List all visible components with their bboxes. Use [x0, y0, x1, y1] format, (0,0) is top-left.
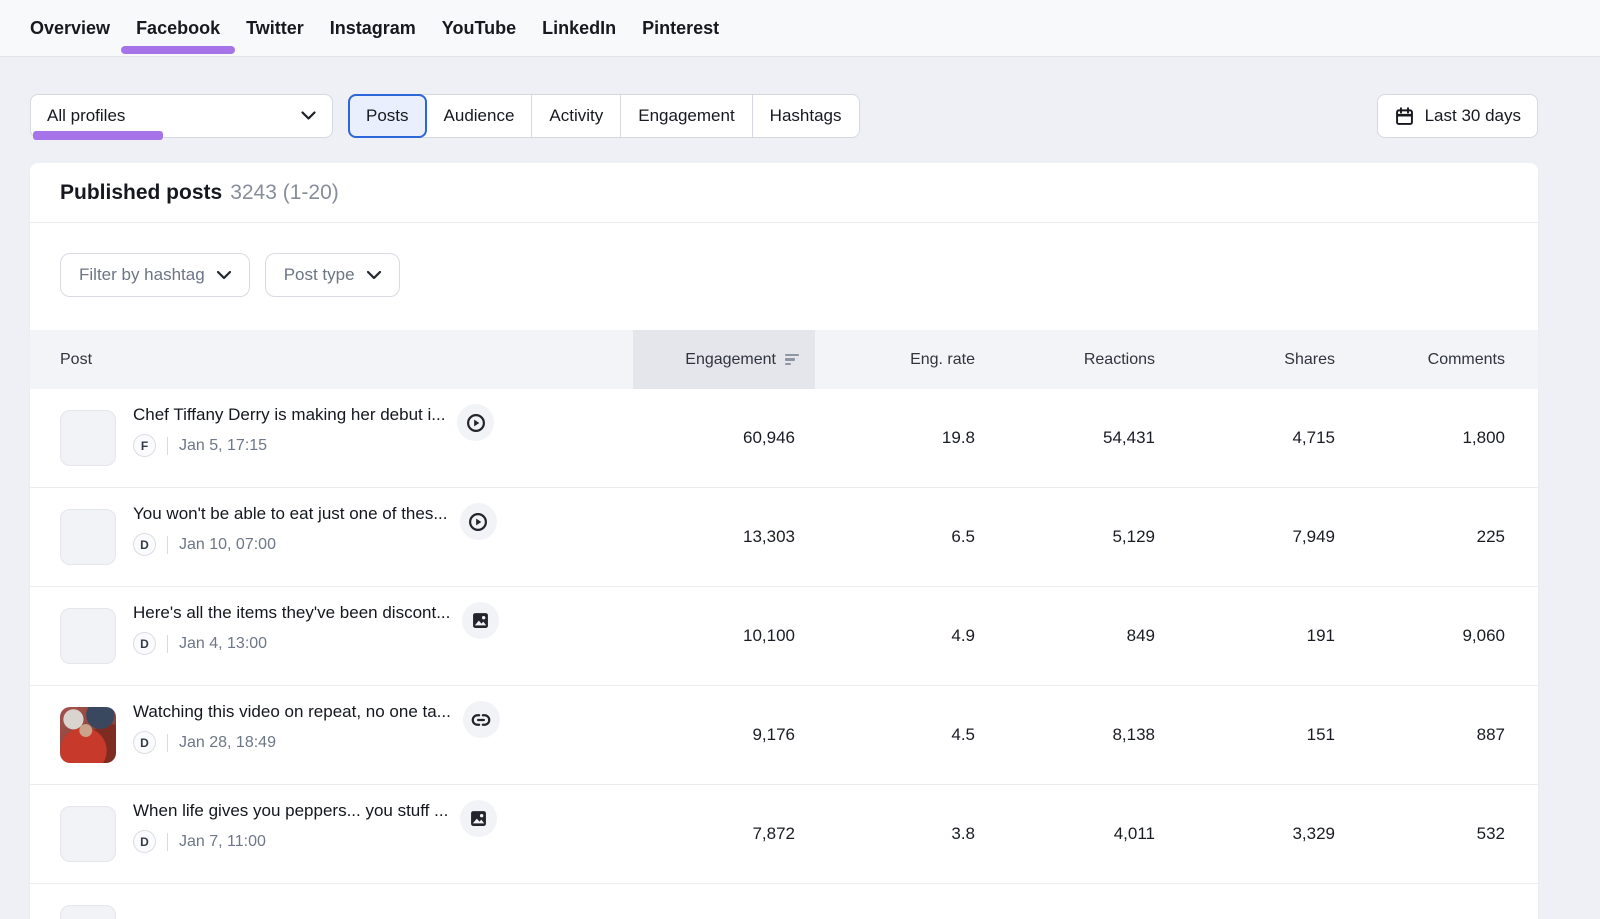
active-tab-underline [121, 46, 235, 54]
date-range-button[interactable]: Last 30 days [1377, 94, 1538, 138]
table-header: Post Engagement Eng. rate Reactions Shar… [30, 330, 1538, 389]
engagement-value: 60,946 [633, 428, 815, 448]
shares-value: 191 [1175, 626, 1355, 646]
nav-tab-overview[interactable]: Overview [30, 2, 110, 55]
post-date: Jan 10, 07:00 [179, 536, 276, 554]
engagement-value: 13,303 [633, 527, 815, 547]
eng-rate-value: 4.9 [815, 626, 995, 646]
profile-badge: D [133, 830, 156, 853]
posts-table: Post Engagement Eng. rate Reactions Shar… [30, 330, 1538, 919]
tab-activity[interactable]: Activity [531, 95, 620, 137]
profile-badge: D [133, 731, 156, 754]
post-thumbnail[interactable] [60, 410, 116, 466]
sort-descending-icon [785, 354, 799, 366]
comments-value: 887 [1355, 725, 1538, 745]
post-date: Jan 28, 18:49 [179, 734, 276, 752]
table-row: When life gives you peppers... you stuff… [30, 785, 1538, 884]
filter-by-hashtag-button[interactable]: Filter by hashtag [60, 253, 250, 297]
report-tabs: Posts Audience Activity Engagement Hasht… [348, 94, 860, 138]
image-icon [460, 800, 497, 837]
eng-rate-value: 3.8 [815, 824, 995, 844]
shares-value: 7,949 [1175, 527, 1355, 547]
eng-rate-value: 19.8 [815, 428, 995, 448]
post-date: Jan 5, 17:15 [179, 437, 267, 455]
post-title[interactable]: Here's all the items they've been discon… [133, 601, 450, 625]
profile-badge: D [133, 533, 156, 556]
reactions-value: 54,431 [995, 428, 1175, 448]
nav-tab-facebook[interactable]: Facebook [136, 2, 220, 55]
filters-bar: Filter by hashtag Post type [30, 223, 1538, 297]
comments-value: 1,800 [1355, 428, 1538, 448]
post-type-button[interactable]: Post type [265, 253, 400, 297]
nav-tab-youtube[interactable]: YouTube [442, 2, 516, 55]
column-header-shares[interactable]: Shares [1175, 351, 1355, 369]
table-row: Watching this video on repeat, no one ta… [30, 686, 1538, 785]
engagement-value: 9,176 [633, 725, 815, 745]
post-date: Jan 4, 13:00 [179, 635, 267, 653]
chevron-down-icon [217, 271, 231, 280]
reactions-value: 8,138 [995, 725, 1175, 745]
post-thumbnail[interactable] [60, 905, 116, 919]
nav-tab-twitter[interactable]: Twitter [246, 2, 304, 55]
table-row: Here's all the items they've been discon… [30, 587, 1538, 686]
table-row: You won't be able to eat just one of the… [30, 488, 1538, 587]
tab-hashtags[interactable]: Hashtags [752, 95, 859, 137]
platform-nav: Overview Facebook Twitter Instagram YouT… [0, 0, 1600, 57]
nav-tab-pinterest[interactable]: Pinterest [642, 2, 719, 55]
eng-rate-value: 4.5 [815, 725, 995, 745]
post-title[interactable]: When life gives you peppers... you stuff… [133, 799, 448, 823]
post-thumbnail[interactable] [60, 509, 116, 565]
nav-tab-linkedin[interactable]: LinkedIn [542, 2, 616, 55]
column-header-reactions[interactable]: Reactions [995, 351, 1175, 369]
date-range-label: Last 30 days [1425, 106, 1521, 126]
chevron-down-icon [367, 271, 381, 280]
profile-badge: F [133, 434, 156, 457]
table-row [30, 884, 1538, 919]
reactions-value: 5,129 [995, 527, 1175, 547]
panel-count: 3243 (1-20) [230, 181, 339, 205]
chevron-down-icon [301, 111, 316, 121]
toolbar: All profiles Posts Audience Activity Eng… [30, 94, 1538, 138]
profile-selector[interactable]: All profiles [30, 94, 333, 138]
comments-value: 532 [1355, 824, 1538, 844]
post-title[interactable]: Chef Tiffany Derry is making her debut i… [133, 403, 445, 427]
comments-value: 9,060 [1355, 626, 1538, 646]
calendar-icon [1394, 106, 1415, 127]
eng-rate-value: 6.5 [815, 527, 995, 547]
shares-value: 4,715 [1175, 428, 1355, 448]
link-icon [463, 701, 500, 738]
engagement-value: 10,100 [633, 626, 815, 646]
post-thumbnail[interactable] [60, 806, 116, 862]
post-title[interactable]: Watching this video on repeat, no one ta… [133, 700, 451, 724]
column-header-eng-rate[interactable]: Eng. rate [815, 351, 995, 369]
panel-header: Published posts 3243 (1-20) [30, 163, 1538, 223]
profile-badge: D [133, 632, 156, 655]
post-title[interactable]: You won't be able to eat just one of the… [133, 502, 448, 526]
video-icon [460, 503, 497, 540]
column-header-engagement-sorted[interactable]: Engagement [633, 330, 815, 389]
tab-audience[interactable]: Audience [427, 95, 532, 137]
reactions-value: 849 [995, 626, 1175, 646]
shares-value: 151 [1175, 725, 1355, 745]
table-row: Chef Tiffany Derry is making her debut i… [30, 389, 1538, 488]
engagement-value: 7,872 [633, 824, 815, 844]
published-posts-panel: Published posts 3243 (1-20) Filter by ha… [30, 163, 1538, 919]
panel-title: Published posts [60, 181, 222, 205]
highlight-underline [33, 131, 163, 140]
tab-engagement[interactable]: Engagement [620, 95, 751, 137]
nav-tab-instagram[interactable]: Instagram [330, 2, 416, 55]
column-header-comments[interactable]: Comments [1355, 351, 1538, 369]
column-header-post[interactable]: Post [30, 351, 633, 369]
video-icon [457, 404, 494, 441]
post-date: Jan 7, 11:00 [179, 833, 266, 851]
comments-value: 225 [1355, 527, 1538, 547]
tab-posts[interactable]: Posts [348, 94, 427, 138]
post-thumbnail[interactable] [60, 707, 116, 763]
profile-selector-value: All profiles [47, 106, 125, 126]
image-icon [462, 602, 499, 639]
shares-value: 3,329 [1175, 824, 1355, 844]
reactions-value: 4,011 [995, 824, 1175, 844]
post-thumbnail[interactable] [60, 608, 116, 664]
